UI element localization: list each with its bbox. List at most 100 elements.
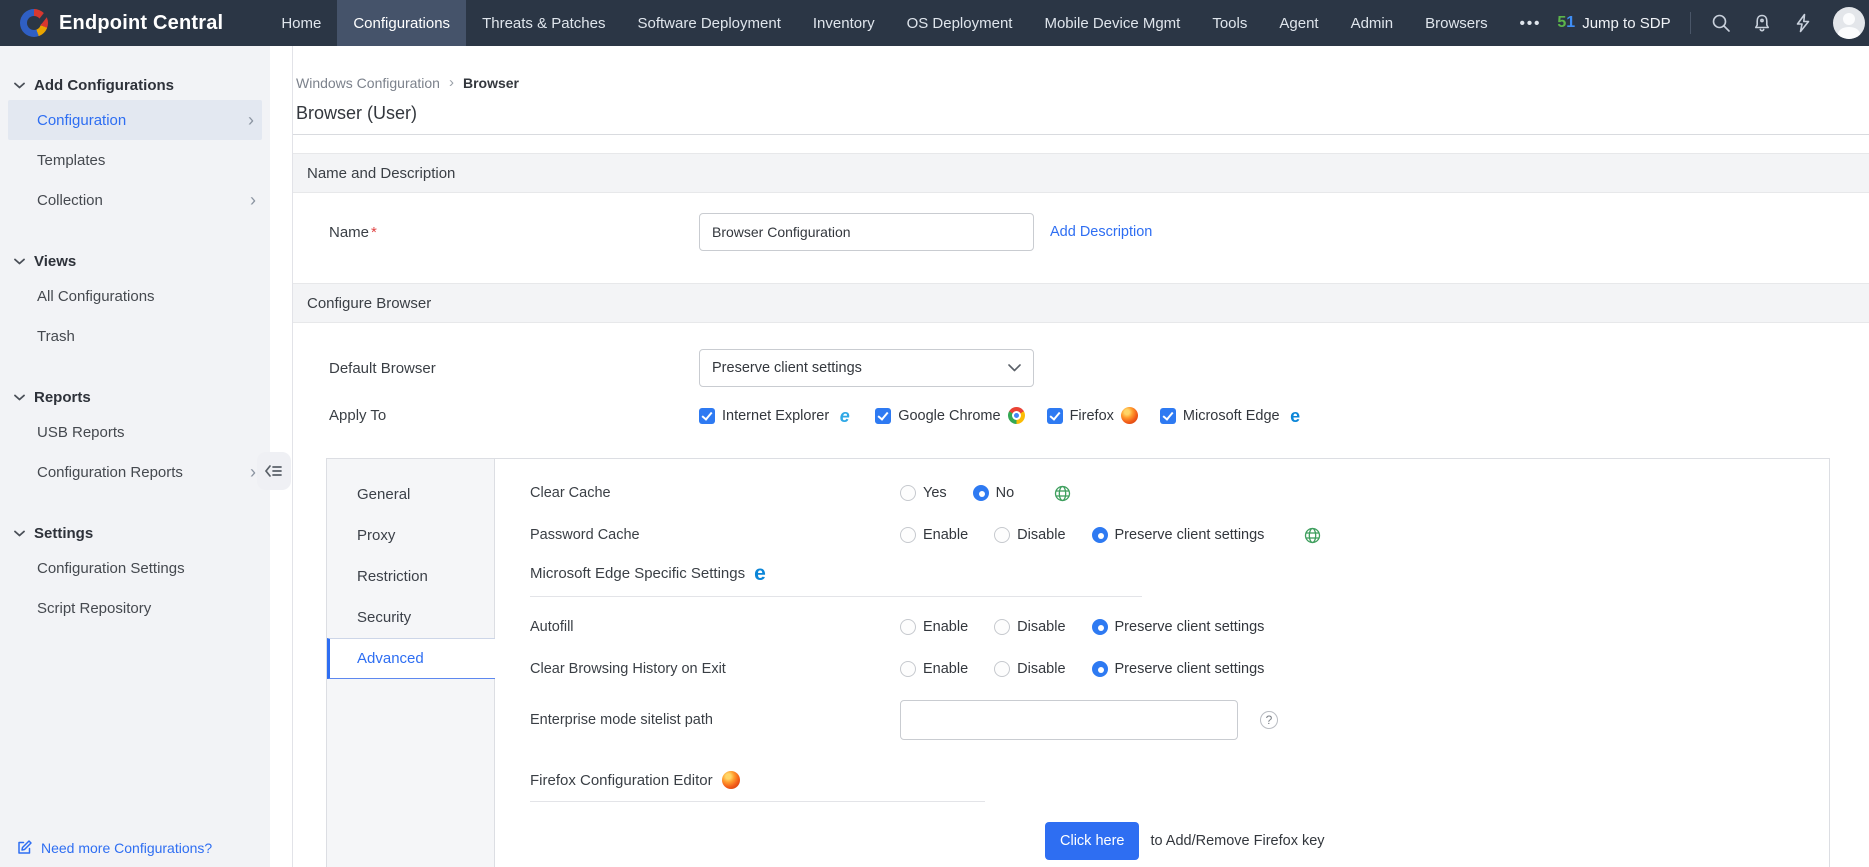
radio-selected-icon [1092, 527, 1108, 543]
apply-to-internet-explorer[interactable]: Internet Explorer e [699, 407, 853, 424]
enterprise-sitelist-row: Enterprise mode sitelist path ? [530, 699, 1829, 741]
chevron-down-icon [14, 258, 25, 265]
radio-unselected-icon [900, 485, 916, 501]
advanced-tab-content: Clear Cache Yes No [495, 459, 1829, 867]
user-avatar[interactable] [1833, 7, 1865, 39]
chevron-right-icon: › [248, 111, 254, 129]
nav-item-home[interactable]: Home [265, 0, 337, 46]
breadcrumb-parent[interactable]: Windows Configuration [296, 75, 440, 91]
sidebar-collapse-toggle[interactable] [257, 452, 291, 490]
apply-to-firefox[interactable]: Firefox [1047, 407, 1138, 424]
nav-item-threats-patches[interactable]: Threats & Patches [466, 0, 621, 46]
sidebar-item-usb-reports[interactable]: USB Reports [0, 412, 270, 452]
chevron-down-icon [14, 530, 25, 537]
sidebar-item-collection[interactable]: Collection › [0, 180, 270, 220]
tab-proxy[interactable]: Proxy [327, 515, 494, 556]
password-cache-option-preserve[interactable]: Preserve client settings [1092, 527, 1265, 543]
section-header-configure-browser: Configure Browser [293, 283, 1869, 323]
sidebar-header-views[interactable]: Views [0, 246, 270, 276]
apply-to-microsoft-edge[interactable]: Microsoft Edge e [1160, 407, 1304, 424]
sidebar-item-trash[interactable]: Trash [0, 316, 270, 356]
add-description-link[interactable]: Add Description [1050, 224, 1152, 240]
edge-icon: e [1287, 407, 1304, 424]
password-cache-option-enable[interactable]: Enable [900, 527, 968, 543]
edge-icon: e [754, 563, 766, 584]
chevron-down-icon [14, 82, 25, 89]
jump-to-sdp-button[interactable]: 51 Jump to SDP [1557, 14, 1670, 32]
notifications-bell-icon[interactable] [1751, 12, 1773, 34]
apply-to-row: Apply To Internet Explorer e Google Chro… [329, 407, 1869, 424]
radio-unselected-icon [900, 661, 916, 677]
sidebar-header-reports[interactable]: Reports [0, 382, 270, 412]
nav-more-icon[interactable]: ••• [1504, 0, 1558, 46]
sidebar-header-add-configurations[interactable]: Add Configurations [0, 70, 270, 100]
password-cache-option-disable[interactable]: Disable [994, 527, 1065, 543]
page-title: Browser (User) [296, 103, 1869, 124]
search-icon[interactable] [1710, 12, 1732, 34]
nav-item-os-deployment[interactable]: OS Deployment [891, 0, 1029, 46]
default-browser-row: Default Browser Preserve client settings [329, 349, 1869, 387]
need-more-configurations-link[interactable]: Need more Configurations? [16, 839, 212, 856]
sidebar-section-reports: Reports USB Reports Configuration Report… [0, 382, 270, 492]
clear-history-option-enable[interactable]: Enable [900, 661, 968, 677]
clear-history-option-preserve[interactable]: Preserve client settings [1092, 661, 1265, 677]
sidebar-item-configuration-settings[interactable]: Configuration Settings [0, 548, 270, 588]
breadcrumb-current: Browser [463, 75, 519, 91]
sidebar-item-configuration-reports[interactable]: Configuration Reports › [0, 452, 270, 492]
sidebar-header-settings[interactable]: Settings [0, 518, 270, 548]
nav-item-admin[interactable]: Admin [1335, 0, 1410, 46]
click-here-button[interactable]: Click here [1045, 822, 1139, 860]
tab-general[interactable]: General [327, 474, 494, 515]
autofill-option-enable[interactable]: Enable [900, 619, 968, 635]
nav-item-inventory[interactable]: Inventory [797, 0, 891, 46]
per-browser-globe-icon[interactable] [1304, 527, 1321, 544]
help-icon[interactable]: ? [1260, 711, 1278, 729]
brand-name: Endpoint Central [59, 12, 223, 35]
breadcrumb-separator-icon: › [449, 74, 454, 91]
radio-selected-icon [1092, 661, 1108, 677]
edit-icon [16, 839, 33, 856]
nav-item-software-deployment[interactable]: Software Deployment [621, 0, 796, 46]
quick-actions-bolt-icon[interactable] [1792, 12, 1814, 34]
password-cache-label: Password Cache [530, 527, 900, 543]
sidebar-item-all-configurations[interactable]: All Configurations [0, 276, 270, 316]
checkbox-checked-icon [699, 408, 715, 424]
sidebar-panel: Add Configurations Configuration › Templ… [0, 46, 270, 867]
checkbox-checked-icon [1047, 408, 1063, 424]
content-shell: Add Configurations Configuration › Templ… [0, 46, 1869, 867]
default-browser-select[interactable]: Preserve client settings [699, 349, 1034, 387]
apply-to-google-chrome[interactable]: Google Chrome [875, 407, 1024, 424]
clear-history-option-disable[interactable]: Disable [994, 661, 1065, 677]
per-browser-globe-icon[interactable] [1054, 485, 1071, 502]
sidebar: Add Configurations Configuration › Templ… [0, 46, 293, 867]
radio-unselected-icon [994, 527, 1010, 543]
tab-advanced[interactable]: Advanced [327, 638, 495, 679]
password-cache-row: Password Cache Enable Disable [530, 514, 1829, 556]
radio-selected-icon [973, 485, 989, 501]
clear-cache-option-yes[interactable]: Yes [900, 485, 947, 501]
browser-settings-panel: General Proxy Restriction Security Advan… [326, 458, 1830, 867]
autofill-options: Enable Disable Preserve client settings [900, 619, 1264, 635]
nav-item-browsers[interactable]: Browsers [1409, 0, 1504, 46]
autofill-option-disable[interactable]: Disable [994, 619, 1065, 635]
nav-item-configurations[interactable]: Configurations [337, 0, 466, 46]
enterprise-sitelist-input[interactable] [900, 700, 1238, 740]
jump-to-sdp-label: Jump to SDP [1582, 15, 1670, 32]
autofill-option-preserve[interactable]: Preserve client settings [1092, 619, 1265, 635]
main-content: Windows Configuration › Browser Browser … [293, 46, 1869, 867]
nav-item-tools[interactable]: Tools [1196, 0, 1263, 46]
clear-history-row: Clear Browsing History on Exit Enable Di… [530, 648, 1829, 690]
tab-security[interactable]: Security [327, 597, 494, 638]
breadcrumb: Windows Configuration › Browser [293, 46, 1869, 91]
sidebar-item-script-repository[interactable]: Script Repository [0, 588, 270, 628]
sidebar-item-templates[interactable]: Templates [0, 140, 270, 180]
autofill-label: Autofill [530, 619, 900, 635]
name-input[interactable] [699, 213, 1034, 251]
nav-item-agent[interactable]: Agent [1263, 0, 1334, 46]
nav-menu: Home Configurations Threats & Patches So… [265, 0, 1557, 46]
tab-restriction[interactable]: Restriction [327, 556, 494, 597]
nav-item-mobile-device-mgmt[interactable]: Mobile Device Mgmt [1028, 0, 1196, 46]
clear-cache-option-no[interactable]: No [973, 485, 1015, 501]
brand[interactable]: Endpoint Central [0, 9, 265, 37]
sidebar-item-configuration[interactable]: Configuration › [8, 100, 262, 140]
